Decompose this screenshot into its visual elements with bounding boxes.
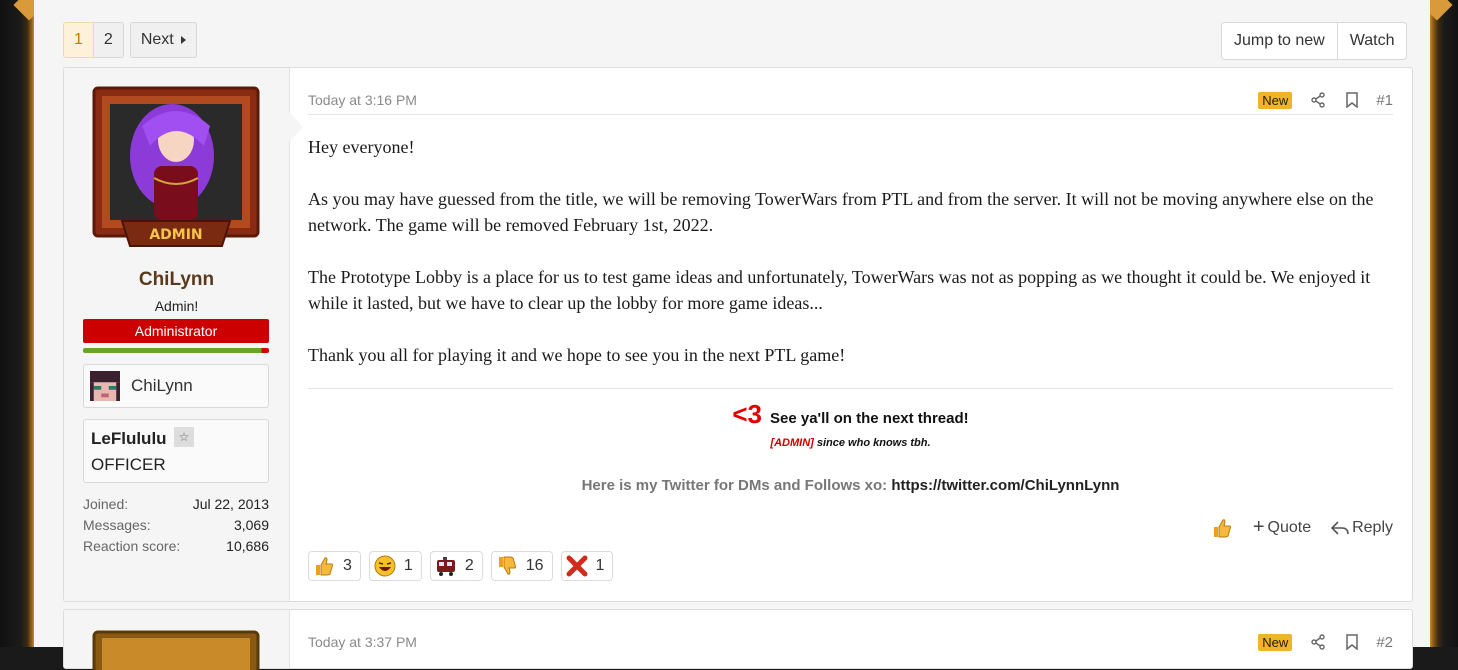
pagination: 1 2 Next: [63, 22, 197, 58]
reply-icon: [1331, 520, 1349, 535]
page-2-button[interactable]: 2: [93, 22, 124, 58]
signature-line-2: [ADMIN] since who knows tbh.: [308, 437, 1393, 449]
twitter-text: Here is my Twitter for DMs and Follows x…: [581, 477, 892, 494]
twitter-link[interactable]: https://twitter.com/ChiLynnLynn: [891, 477, 1119, 494]
train-icon: [436, 557, 455, 576]
next-label: Next: [140, 31, 174, 48]
stat-joined: Joined: Jul 22, 2013: [83, 496, 269, 517]
bookmark-icon[interactable]: [1342, 632, 1362, 652]
star-icon: ☆: [174, 427, 194, 447]
minecraft-account-box: ChiLynn: [83, 364, 269, 408]
page-1-button[interactable]: 1: [63, 22, 94, 58]
message-paragraph: Hey everyone!: [308, 137, 415, 157]
admin-tag: [ADMIN]: [770, 437, 814, 449]
stat-messages: Messages: 3,069: [83, 517, 269, 538]
bookmark-icon[interactable]: [1342, 90, 1362, 110]
stat-reaction-score: Reaction score: 10,686: [83, 538, 269, 559]
minecraft-head-icon: [90, 371, 120, 401]
signature-text: See ya'll on the next thread!: [770, 410, 969, 427]
reply-label: Reply: [1352, 518, 1393, 536]
message-actions: New #1: [1258, 90, 1393, 110]
heart-text: <3: [732, 399, 763, 429]
avatar[interactable]: ADMIN: [92, 86, 260, 251]
thumbs-up-icon: [1213, 518, 1231, 537]
message-pointer: [289, 112, 303, 142]
message-header: Today at 3:37 PM New #2: [308, 632, 1393, 656]
stat-label: Messages:: [83, 517, 151, 533]
stat-value: Jul 22, 2013: [192, 496, 269, 512]
post: ADMIN ChiLynn Admin! Administrator ChiLy…: [63, 67, 1413, 602]
quote-button[interactable]: + Quote: [1253, 516, 1311, 539]
next-page-button[interactable]: Next: [129, 22, 197, 58]
stat-label: Joined:: [83, 496, 129, 512]
user-title: Admin!: [154, 298, 199, 314]
red-x-icon: [566, 555, 588, 577]
reaction-count: 2: [464, 557, 474, 574]
message-content: Today at 3:37 PM New #2: [308, 610, 1393, 668]
guild-rank: OFFICER: [91, 455, 166, 474]
signature-subtext: since who knows tbh.: [813, 437, 931, 449]
thread-page: 1 2 Next Jump to new Watch ADMIN ChiLynn…: [34, 0, 1430, 670]
message-content: Today at 3:16 PM New #1 Hey everyone! As…: [308, 68, 1393, 601]
minecraft-name: ChiLynn: [131, 376, 193, 395]
stat-label: Reaction score:: [83, 538, 181, 554]
user-banner: Administrator: [83, 319, 269, 343]
reaction-laugh[interactable]: 1: [368, 551, 422, 581]
signature-line-1: <3 See ya'll on the next thread!: [308, 399, 1393, 430]
guild-name: LeFlululu: [91, 429, 167, 448]
username[interactable]: ChiLynn: [64, 269, 289, 291]
reaction-count: 1: [403, 557, 413, 574]
reaction-cross[interactable]: 1: [560, 551, 614, 581]
stat-value: 10,686: [226, 538, 269, 554]
post-timestamp[interactable]: Today at 3:16 PM: [308, 92, 417, 108]
post-footer-actions: + Quote Reply: [1191, 516, 1393, 539]
reaction-train[interactable]: 2: [429, 551, 483, 581]
message-paragraph: The Prototype Lobby is a place for us to…: [308, 267, 1371, 313]
like-button[interactable]: [1211, 517, 1233, 539]
right-frame-border: [1430, 0, 1458, 647]
share-icon[interactable]: [1308, 90, 1328, 110]
reaction-count: 3: [343, 557, 352, 574]
message-body: Hey everyone! As you may have guessed fr…: [308, 134, 1393, 394]
reaction-count: 16: [525, 557, 544, 574]
thread-tools: Jump to new Watch: [1221, 22, 1408, 60]
post: Today at 3:37 PM New #2: [63, 609, 1413, 670]
signature: <3 See ya'll on the next thread! [ADMIN] …: [308, 388, 1393, 494]
reaction-like[interactable]: 3: [308, 551, 361, 581]
post-timestamp[interactable]: Today at 3:37 PM: [308, 634, 417, 650]
user-info-column: [64, 610, 290, 670]
post-number[interactable]: #2: [1376, 634, 1393, 651]
new-badge: New: [1258, 91, 1293, 109]
user-stats: Joined: Jul 22, 2013 Messages: 3,069 Rea…: [83, 496, 269, 559]
message-paragraph: As you may have guessed from the title, …: [308, 189, 1374, 235]
stat-value[interactable]: 3,069: [234, 517, 269, 538]
left-frame-border: [0, 0, 34, 647]
reply-button[interactable]: Reply: [1331, 519, 1393, 537]
plus-icon: +: [1252, 516, 1265, 538]
thumbs-up-icon: [316, 557, 333, 576]
thumbs-down-icon: [498, 556, 516, 575]
new-badge: New: [1258, 633, 1293, 651]
signature-line-3: Here is my Twitter for DMs and Follows x…: [308, 477, 1393, 494]
user-info-column: ADMIN ChiLynn Admin! Administrator ChiLy…: [64, 68, 290, 601]
reactions-bar: 3 1 2 16 1: [308, 551, 614, 581]
laugh-icon: [374, 555, 396, 577]
admin-avatar-badge: ADMIN: [149, 227, 202, 243]
share-icon[interactable]: [1308, 632, 1328, 652]
reaction-dislike[interactable]: 16: [490, 551, 553, 581]
user-level-bar: [83, 348, 269, 353]
reaction-count: 1: [595, 557, 605, 574]
post-number[interactable]: #1: [1376, 92, 1393, 109]
message-actions: New #2: [1258, 632, 1393, 652]
guild-box: LeFlululu ☆ OFFICER: [83, 419, 269, 483]
watch-button[interactable]: Watch: [1337, 22, 1408, 60]
jump-to-new-button[interactable]: Jump to new: [1221, 22, 1338, 60]
caret-right-icon: [180, 36, 186, 44]
quote-label: Quote: [1267, 518, 1312, 536]
avatar[interactable]: [92, 630, 260, 670]
message-header: Today at 3:16 PM New #1: [308, 90, 1393, 115]
message-paragraph: Thank you all for playing it and we hope…: [308, 345, 846, 365]
